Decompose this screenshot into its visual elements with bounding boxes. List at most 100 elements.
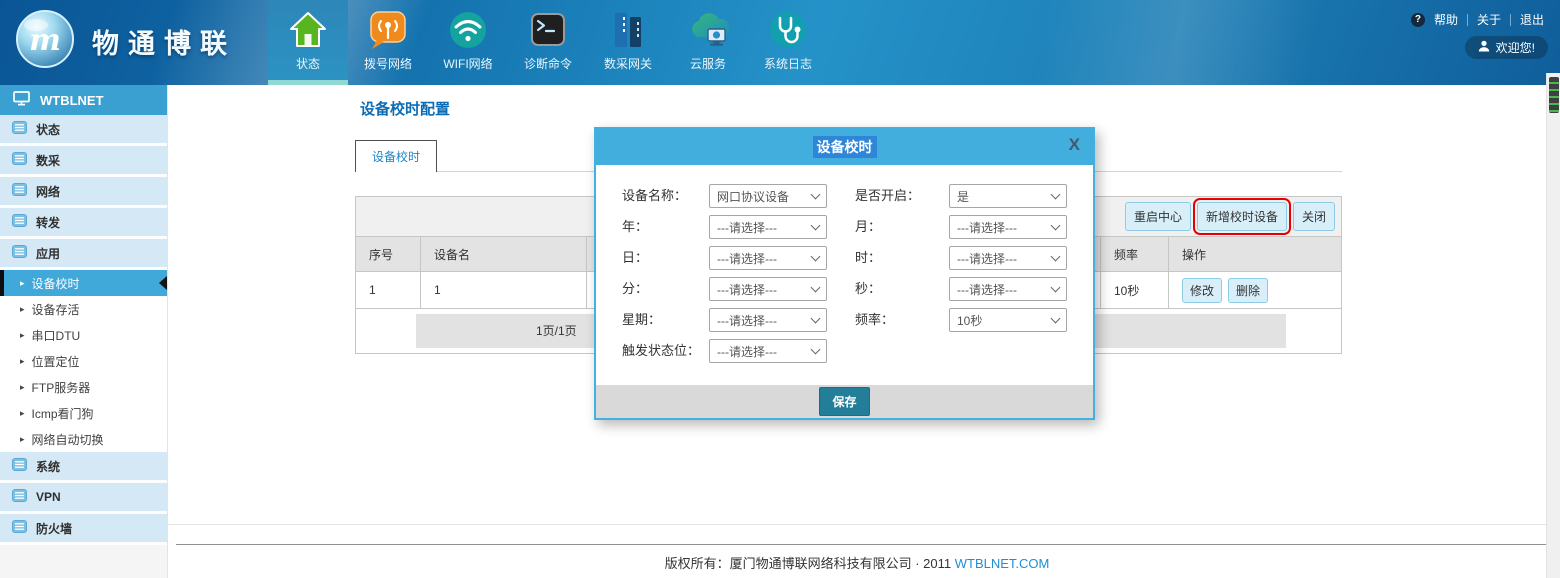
select-value: ---请选择--- <box>957 219 1017 236</box>
scrollbar-thumb[interactable] <box>1549 77 1559 113</box>
sidebar-submenu-item[interactable]: ▸ FTP服务器 <box>0 374 167 400</box>
nav-tab-data-gateway[interactable]: 数采网关 <box>588 0 668 85</box>
about-link[interactable]: 关于 <box>1477 11 1501 28</box>
select-value: ---请选择--- <box>717 343 777 360</box>
chevron-down-icon <box>811 283 821 293</box>
modal-titlebar: 设备校时 X <box>596 129 1093 165</box>
nav-label: WIFI网络 <box>443 55 492 72</box>
sidebar-submenu-item[interactable]: ▸ 网络自动切换 <box>0 426 167 452</box>
field-label: 频率： <box>855 308 949 332</box>
add-timing-device-button[interactable]: 新增校时设备 <box>1197 202 1287 231</box>
page-footer: 版权所有：厦门物通博联网络科技有限公司 · 2011 WTBLNET.COM <box>168 553 1546 572</box>
terminal-icon <box>526 8 570 52</box>
nav-tab-system-log[interactable]: 系统日志 <box>748 0 828 85</box>
modal-form: 设备名称： 网口协议设备 是否开启： 是 年： ---请选择--- <box>596 165 1093 363</box>
wifi-icon <box>446 8 490 52</box>
chevron-down-icon <box>811 314 821 324</box>
nav-tab-dialup-network[interactable]: 拨号网络 <box>348 0 428 85</box>
wtblnet-link[interactable]: WTBLNET.COM <box>955 556 1050 571</box>
list-icon <box>12 245 27 261</box>
caret-right-icon: ▸ <box>20 383 25 392</box>
field-select[interactable]: ---请选择--- <box>709 246 827 270</box>
field-select[interactable]: ---请选择--- <box>949 246 1067 270</box>
field-label: 月： <box>855 215 949 239</box>
sidebar-group-item[interactable]: 转发 <box>0 208 167 239</box>
sidebar-group-item[interactable]: 状态 <box>0 115 167 146</box>
sidebar-submenu-label: 串口DTU <box>32 327 81 344</box>
caret-right-icon: ▸ <box>20 305 25 314</box>
sidebar-group-item[interactable]: 防火墙 <box>0 514 167 545</box>
question-icon[interactable]: ? <box>1411 13 1425 27</box>
nav-label: 状态 <box>296 55 320 72</box>
sidebar-group-label: 数采 <box>36 152 60 169</box>
close-icon[interactable]: X <box>1069 136 1080 153</box>
field-select[interactable]: 网口协议设备 <box>709 184 827 208</box>
caret-right-icon: ▸ <box>20 357 25 366</box>
field-label: 设备名称： <box>622 184 709 208</box>
brand-logo: m 物通博联 <box>14 8 236 75</box>
nav-tab-diagnostic-command[interactable]: 诊断命令 <box>508 0 588 85</box>
dialup-antenna-icon <box>366 8 410 52</box>
save-button[interactable]: 保存 <box>819 387 869 416</box>
top-nav: 状态 拨号网络 <box>268 0 828 85</box>
sidebar-group-item[interactable]: VPN <box>0 483 167 514</box>
field-select[interactable]: ---请选择--- <box>709 339 827 363</box>
sidebar-submenu-label: Icmp看门狗 <box>32 405 94 422</box>
sidebar-group-item[interactable]: 数采 <box>0 146 167 177</box>
tab-device-timing[interactable]: 设备校时 <box>355 140 437 172</box>
field-label: 年： <box>622 215 709 239</box>
sidebar-submenu-item[interactable]: ▸ 设备校时 <box>0 270 167 296</box>
sidebar-group-label: 应用 <box>36 245 60 262</box>
restart-center-button[interactable]: 重启中心 <box>1125 202 1191 231</box>
modal-body: 设备名称： 网口协议设备 是否开启： 是 年： ---请选择--- <box>596 165 1093 385</box>
field-select[interactable]: ---请选择--- <box>709 308 827 332</box>
sidebar-title: WTBLNET <box>40 93 104 108</box>
sidebar-group-item[interactable]: 应用 <box>0 239 167 270</box>
sidebar-group-item[interactable]: 系统 <box>0 452 167 483</box>
nav-tab-status[interactable]: 状态 <box>268 0 348 85</box>
user-icon <box>1478 40 1490 55</box>
field-label: 时： <box>855 246 949 270</box>
sidebar-submenu-item[interactable]: ▸ 串口DTU <box>0 322 167 348</box>
field-select[interactable]: 是 <box>949 184 1067 208</box>
sidebar-group-item[interactable]: 网络 <box>0 177 167 208</box>
sidebar-header: WTBLNET <box>0 85 167 115</box>
welcome-badge: 欢迎您! <box>1465 36 1548 59</box>
field-select[interactable]: ---请选择--- <box>709 277 827 301</box>
chevron-down-icon <box>811 190 821 200</box>
sidebar-submenu-item[interactable]: ▸ 设备存活 <box>0 296 167 322</box>
close-button[interactable]: 关闭 <box>1293 202 1335 231</box>
select-value: ---请选择--- <box>717 281 777 298</box>
field-label: 日： <box>622 246 709 270</box>
caret-right-icon: ▸ <box>20 409 25 418</box>
help-link[interactable]: 帮助 <box>1434 11 1458 28</box>
sidebar: WTBLNET 状态 <box>0 85 168 578</box>
sidebar-group-label: 网络 <box>36 183 60 200</box>
chevron-down-icon <box>1051 252 1061 262</box>
field-select[interactable]: ---请选择--- <box>949 277 1067 301</box>
edit-button[interactable]: 修改 <box>1182 278 1222 303</box>
logout-link[interactable]: 退出 <box>1520 11 1544 28</box>
field-select[interactable]: ---请选择--- <box>949 215 1067 239</box>
field-label: 触发状态位： <box>622 339 709 363</box>
select-value: 是 <box>957 188 969 205</box>
sidebar-submenu-item[interactable]: ▸ Icmp看门狗 <box>0 400 167 426</box>
cloud-monitor-icon <box>686 8 730 52</box>
scrollbar-track[interactable] <box>1546 73 1560 578</box>
field-select[interactable]: 10秒 <box>949 308 1067 332</box>
sidebar-submenu-item[interactable]: ▸ 位置定位 <box>0 348 167 374</box>
sidebar-submenu: ▸ 设备校时 ▸ 设备存活 ▸ 串口DTU ▸ 位置定位 <box>0 270 167 452</box>
delete-button[interactable]: 删除 <box>1228 278 1268 303</box>
modal-title: 设备校时 <box>813 136 877 158</box>
nav-label: 系统日志 <box>764 55 812 72</box>
sidebar-group-label: 系统 <box>36 458 60 475</box>
sidebar-group-label: 转发 <box>36 214 60 231</box>
nav-tab-wifi-network[interactable]: WIFI网络 <box>428 0 508 85</box>
sidebar-group-label: 状态 <box>36 121 60 138</box>
sidebar-submenu-label: 设备存活 <box>32 301 80 318</box>
brand-name: 物通博联 <box>92 22 236 61</box>
nav-tab-cloud-service[interactable]: 云服务 <box>668 0 748 85</box>
nav-label: 云服务 <box>690 55 726 72</box>
caret-right-icon: ▸ <box>20 279 25 288</box>
field-select[interactable]: ---请选择--- <box>709 215 827 239</box>
